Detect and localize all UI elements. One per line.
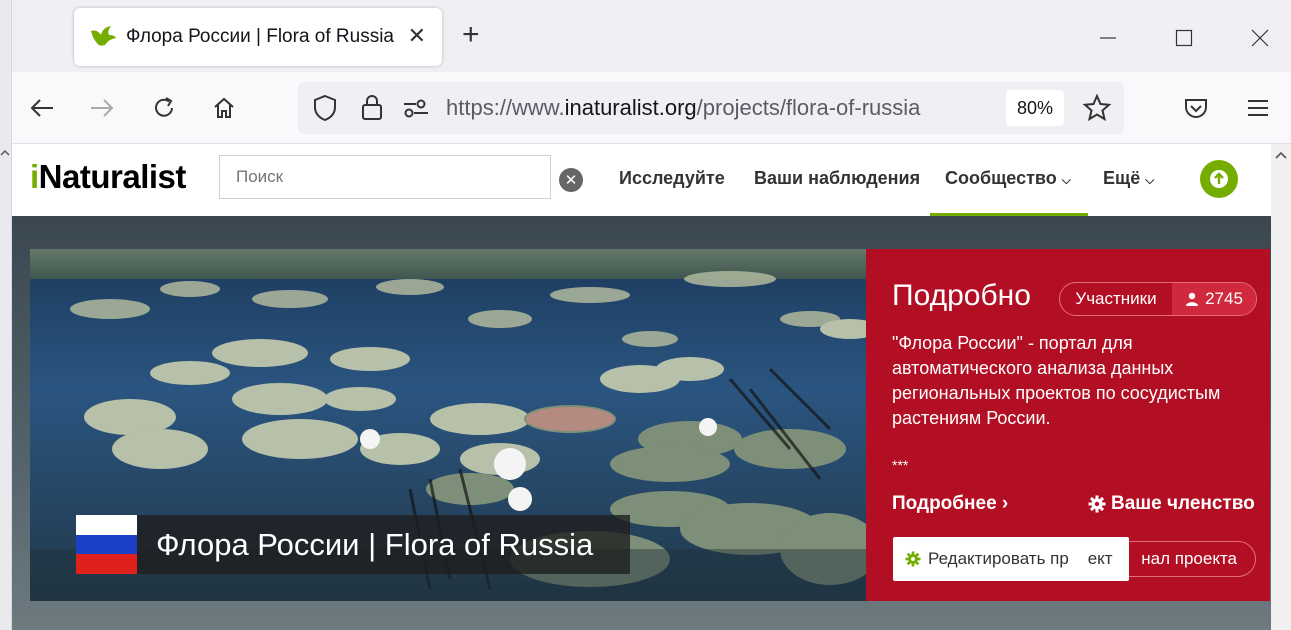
members-count: 2745	[1172, 283, 1256, 315]
address-bar[interactable]: https://www.inaturalist.org/projects/flo…	[298, 82, 1124, 134]
window-left-edge	[0, 0, 12, 630]
scroll-up-arrow-icon	[0, 150, 10, 156]
page-scrollbar[interactable]	[1271, 144, 1291, 630]
pocket-icon[interactable]	[1178, 90, 1214, 126]
bookmark-star-icon[interactable]	[1082, 93, 1112, 128]
minimize-icon[interactable]	[1092, 22, 1124, 54]
hamburger-menu-icon[interactable]	[1240, 90, 1276, 126]
scroll-up-arrow-icon	[1275, 151, 1287, 159]
site-header: iNaturalist ✕ Исследуйте Ваши наблюдения…	[12, 144, 1271, 216]
tab-title: Флора России | Flora of Russia	[126, 26, 394, 47]
members-button[interactable]: Участники 2745	[1059, 282, 1257, 316]
browser-tab-bar: Флора России | Flora of Russia ✕ +	[0, 0, 1291, 72]
chevron-down-icon: ⌵	[1145, 173, 1155, 187]
chevron-right-icon: ›	[1001, 493, 1009, 514]
members-label: Участники	[1075, 289, 1157, 308]
edit-project-button[interactable]: Редактировать пр ект	[893, 537, 1129, 581]
search-input[interactable]	[219, 155, 551, 199]
upload-button[interactable]	[1200, 160, 1238, 198]
permissions-icon[interactable]	[402, 96, 430, 125]
forward-arrow-icon[interactable]	[84, 90, 120, 126]
shield-icon[interactable]	[312, 94, 338, 127]
maximize-icon[interactable]	[1168, 22, 1200, 54]
search-clear-icon[interactable]: ✕	[559, 168, 583, 192]
browser-tab[interactable]: Флора России | Flora of Russia ✕	[74, 8, 442, 66]
gear-icon	[1088, 495, 1106, 513]
russia-flag-icon	[76, 515, 137, 574]
inaturalist-logo[interactable]: iNaturalist	[30, 158, 186, 196]
upload-arrow-icon	[1210, 170, 1228, 188]
description-separator: ***	[892, 457, 909, 473]
back-arrow-icon[interactable]	[24, 90, 60, 126]
chevron-down-icon: ⌵	[1061, 173, 1071, 187]
home-icon[interactable]	[206, 90, 242, 126]
tab-close-icon[interactable]: ✕	[408, 22, 426, 50]
nav-community[interactable]: Сообщество ⌵	[945, 168, 1071, 189]
inaturalist-bird-icon	[88, 22, 118, 52]
lock-icon[interactable]	[360, 93, 384, 126]
nav-explore[interactable]: Исследуйте	[619, 168, 725, 189]
project-title: Флора России | Flora of Russia	[156, 527, 594, 562]
url-text[interactable]: https://www.inaturalist.org/projects/flo…	[446, 95, 920, 121]
reload-icon[interactable]	[146, 90, 182, 126]
nav-more[interactable]: Ещё ⌵	[1103, 168, 1154, 189]
zoom-level[interactable]: 80%	[1006, 90, 1064, 126]
more-details-link[interactable]: Подробнее ›	[892, 493, 1008, 515]
window-close-icon[interactable]	[1244, 22, 1276, 54]
membership-button[interactable]: Ваше членство	[1088, 493, 1255, 515]
project-description: "Флора России" - портал для автоматическ…	[892, 333, 1221, 428]
new-tab-button[interactable]: +	[462, 20, 480, 50]
gear-icon	[905, 551, 921, 567]
browser-nav-bar: https://www.inaturalist.org/projects/flo…	[12, 72, 1291, 144]
panel-heading: Подробно	[892, 279, 1031, 312]
nav-your-observations[interactable]: Ваши наблюдения	[754, 168, 920, 189]
person-icon	[1186, 292, 1199, 306]
